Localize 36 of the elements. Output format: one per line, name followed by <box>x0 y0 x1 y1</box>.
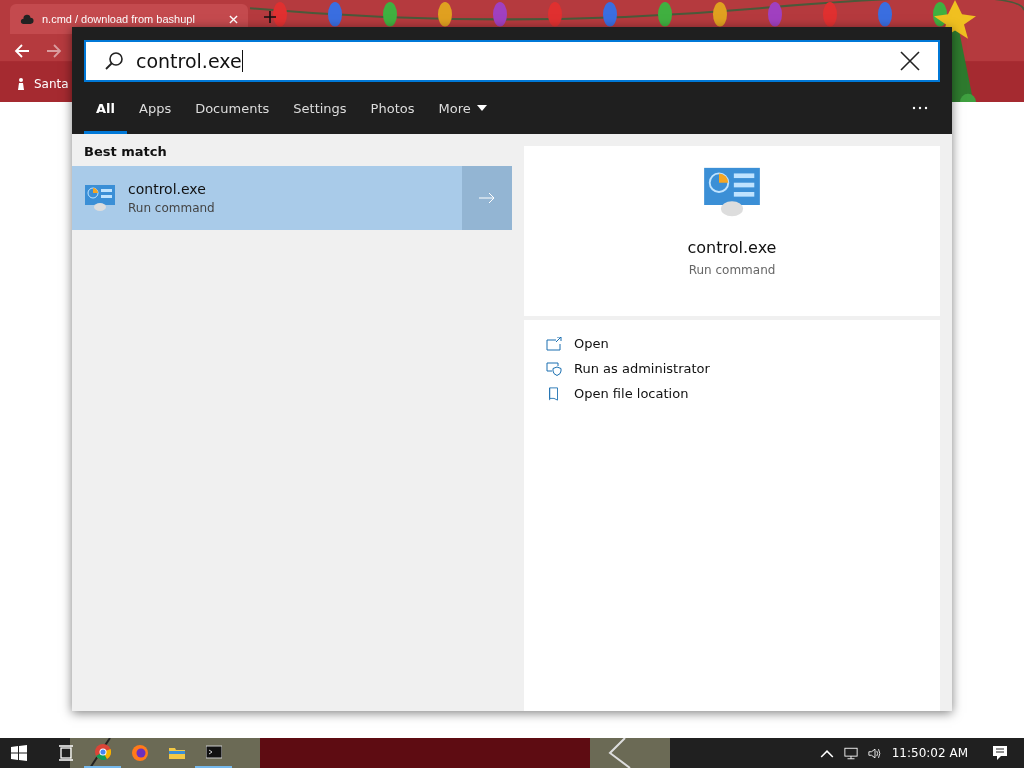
filter-tab[interactable]: All <box>84 85 127 134</box>
notification-icon[interactable] <box>992 745 1008 761</box>
more-options-icon[interactable] <box>912 106 928 110</box>
close-icon[interactable] <box>900 51 920 71</box>
cloud-icon <box>20 13 34 25</box>
browser-icon <box>94 744 111 760</box>
shield-icon <box>546 361 562 376</box>
app-title: control.exe <box>687 238 777 257</box>
app-subtitle: Run command <box>688 263 776 277</box>
section-heading: Best match <box>83 143 168 161</box>
search-field[interactable]: control.exe <box>84 40 940 82</box>
speaker-icon[interactable] <box>867 746 882 760</box>
filter-tab[interactable]: Photos <box>358 85 427 134</box>
new-tab-icon[interactable] <box>264 11 276 23</box>
bookmark-link[interactable]: Santa <box>34 77 69 91</box>
action-item[interactable]: Run as administrator <box>546 361 710 376</box>
action-item[interactable]: Open <box>546 336 609 351</box>
task-view-icon <box>57 745 74 761</box>
clock[interactable]: 11:50:02 AM <box>891 746 968 760</box>
filter-tab[interactable]: Documents <box>183 85 282 134</box>
filter-tab[interactable]: Apps <box>127 85 184 134</box>
action-item[interactable]: Open file location <box>546 386 689 401</box>
search-icon <box>104 51 124 71</box>
folder-icon <box>168 745 185 761</box>
fox-globe-icon <box>131 745 148 761</box>
network-icon[interactable] <box>843 746 858 760</box>
back-arrow-icon[interactable] <box>14 43 30 59</box>
open-window-icon <box>546 336 562 351</box>
filter-tab[interactable]: More <box>426 85 499 134</box>
control-panel-icon <box>84 184 116 212</box>
filter-tab[interactable]: Settings <box>281 85 359 134</box>
figure-icon <box>16 77 26 91</box>
right-arrow-icon <box>479 192 495 204</box>
caret-icon <box>476 105 487 111</box>
forward-arrow-icon[interactable] <box>46 43 62 59</box>
windows-logo-icon[interactable] <box>11 745 27 761</box>
